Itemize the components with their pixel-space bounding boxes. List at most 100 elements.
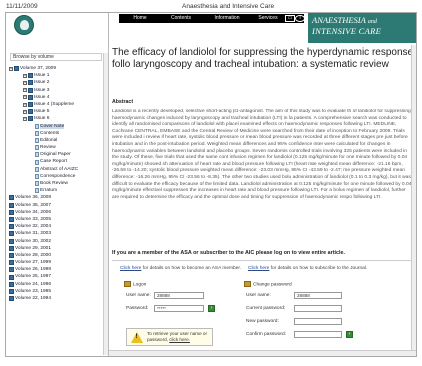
nav-home[interactable]: Home bbox=[125, 15, 155, 22]
expand-icon[interactable]: + bbox=[23, 102, 27, 107]
tree-volume-current[interactable]: + Volume 37, 2009 bbox=[9, 65, 103, 72]
tree-volume[interactable]: Volume 26, 1998 bbox=[9, 266, 103, 273]
expand-icon[interactable]: + bbox=[23, 109, 27, 114]
tree-issue[interactable]: + Issue 6 bbox=[9, 115, 103, 122]
tree-volume-label: Volume 27, 1999 bbox=[15, 260, 52, 266]
tree-section[interactable]: Editorial bbox=[9, 137, 103, 144]
tree-issue[interactable]: + Issue 4 bbox=[9, 94, 103, 101]
cp-username-input[interactable]: 28888 bbox=[294, 292, 342, 299]
warning-icon bbox=[131, 332, 143, 343]
tree-volume-label: Volume 28, 2000 bbox=[15, 252, 52, 258]
tree-volume-current-label: Volume 37, 2009 bbox=[20, 66, 57, 71]
tree-volume-label: Volume 29, 2001 bbox=[15, 245, 52, 251]
tree-section[interactable]: Review bbox=[9, 144, 103, 151]
reminder-link[interactable]: click here. bbox=[169, 337, 190, 342]
book-icon bbox=[28, 102, 33, 108]
tree-section[interactable]: Correspondence bbox=[9, 173, 103, 180]
tree-section-label: Case Report bbox=[40, 159, 67, 165]
tree-volume-label: Volume 26, 1998 bbox=[15, 267, 52, 273]
tree-volume[interactable]: Volume 25, 1997 bbox=[9, 273, 103, 280]
tree-issue[interactable]: + Issue 1 bbox=[9, 72, 103, 79]
book-icon bbox=[9, 231, 14, 237]
tree-issue[interactable]: + Issue 5 bbox=[9, 108, 103, 115]
tree-section-label: Book Review bbox=[40, 181, 68, 186]
tree-volume[interactable]: Volume 33, 2005 bbox=[9, 216, 103, 223]
tree-issue[interactable]: + Issue 4 (Suppleme bbox=[9, 101, 103, 108]
tree-volume[interactable]: Volume 28, 2000 bbox=[9, 252, 103, 259]
journal-brand: ANAESTHESIA and INTENSIVE CARE bbox=[308, 13, 416, 43]
book-icon bbox=[28, 73, 33, 79]
subscribe-info: Click here for details on how to subscri… bbox=[248, 266, 367, 271]
sidebar-scrollbar[interactable] bbox=[103, 53, 108, 355]
current-password-input[interactable] bbox=[294, 305, 342, 312]
tree-section[interactable]: Erratum bbox=[9, 187, 103, 194]
subscribe-link[interactable]: Click here bbox=[248, 266, 269, 271]
content-scrollbar[interactable] bbox=[411, 45, 416, 353]
asa-member-link[interactable]: Click here bbox=[120, 266, 141, 271]
new-password-input[interactable] bbox=[294, 318, 342, 325]
tree-section-label: Abstract of AAIZC bbox=[40, 166, 79, 172]
tree-issue[interactable]: + Issue 3 bbox=[9, 87, 103, 94]
book-icon bbox=[14, 66, 19, 72]
cp-username-label: User name: bbox=[246, 293, 271, 298]
print-icon[interactable]: ▭ bbox=[285, 15, 295, 22]
tree-section[interactable]: Original Paper bbox=[9, 151, 103, 158]
subscribe-text: for details on how to subscribe to the J… bbox=[269, 266, 368, 271]
tree-volume-label: Volume 25, 1997 bbox=[15, 274, 52, 280]
tree-section[interactable]: Book Review bbox=[9, 180, 103, 187]
top-nav: Home Contents Information Services ▭ i bbox=[119, 14, 305, 23]
tree-section-label: Cover Note bbox=[40, 123, 65, 129]
tree-volume[interactable]: Volume 29, 2001 bbox=[9, 245, 103, 252]
username-input[interactable]: 28888 bbox=[154, 292, 204, 299]
browse-by-volume-header: Browse by volume bbox=[10, 53, 102, 61]
book-icon bbox=[9, 281, 14, 287]
nav-information[interactable]: Information bbox=[207, 15, 247, 22]
nav-services[interactable]: Services bbox=[253, 15, 283, 22]
tree-issue-label: Issue 6 bbox=[34, 116, 50, 122]
document-icon bbox=[35, 152, 39, 158]
confirm-password-input[interactable] bbox=[294, 331, 342, 338]
expand-icon[interactable]: + bbox=[23, 116, 27, 121]
tree-volume[interactable]: Volume 34, 2006 bbox=[9, 209, 103, 216]
tree-section-label: Original Paper bbox=[40, 152, 71, 158]
change-password-submit-button[interactable]: › bbox=[346, 331, 353, 338]
tree-volume[interactable]: Volume 27, 1999 bbox=[9, 259, 103, 266]
expand-icon[interactable]: + bbox=[23, 95, 27, 100]
tree-issue[interactable]: + Issue 2 bbox=[9, 79, 103, 86]
tree-volume[interactable]: Volume 22, 1994 bbox=[9, 295, 103, 302]
expand-icon[interactable]: + bbox=[23, 80, 27, 85]
brand-line2: INTENSIVE CARE bbox=[312, 26, 382, 36]
tree-volume[interactable]: Volume 30, 2002 bbox=[9, 238, 103, 245]
tree-section[interactable]: Case Report bbox=[9, 158, 103, 165]
logon-submit-button[interactable]: › bbox=[208, 305, 215, 312]
tree-volume[interactable]: Volume 36, 2008 bbox=[9, 194, 103, 201]
tree-volume[interactable]: Volume 32, 2004 bbox=[9, 223, 103, 230]
article-content: The efficacy of landiolol for suppressin… bbox=[112, 45, 416, 353]
expand-icon[interactable]: + bbox=[9, 66, 13, 71]
tree-volume-label: Volume 34, 2006 bbox=[15, 209, 52, 215]
tree-volume[interactable]: Volume 35, 2007 bbox=[9, 202, 103, 209]
tree-issue-label: Issue 2 bbox=[34, 80, 50, 86]
password-input[interactable]: ***** bbox=[154, 305, 204, 312]
tree-section[interactable]: Contents bbox=[9, 130, 103, 137]
sidebar: Browse by volume + Volume 37, 2009 + Issue … bbox=[6, 13, 109, 356]
tree-volume[interactable]: Volume 23, 1995 bbox=[9, 288, 103, 295]
tree-section[interactable]: Cover Note bbox=[9, 123, 103, 130]
tree-section[interactable]: Abstract of AAIZC bbox=[9, 166, 103, 173]
tree-issue-label: Issue 4 (Suppleme bbox=[34, 101, 74, 107]
tree-volume-label: Volume 33, 2005 bbox=[15, 216, 52, 222]
info-icon[interactable]: i bbox=[295, 15, 305, 22]
article-title: The efficacy of landiolol for suppressin… bbox=[112, 47, 414, 70]
nav-contents[interactable]: Contents bbox=[163, 15, 199, 22]
change-password-heading: Change password bbox=[244, 281, 292, 287]
tree-volume[interactable]: Volume 31, 2003 bbox=[9, 230, 103, 237]
document-icon bbox=[35, 188, 39, 194]
expand-icon[interactable]: + bbox=[23, 88, 27, 93]
expand-icon[interactable]: + bbox=[23, 73, 27, 78]
horizontal-scrollbar[interactable] bbox=[109, 350, 416, 356]
key-icon bbox=[244, 281, 251, 287]
tree-volume-label: Volume 31, 2003 bbox=[15, 231, 52, 237]
book-icon bbox=[9, 202, 14, 208]
password-label: Password: bbox=[126, 306, 149, 311]
tree-volume[interactable]: Volume 24, 1996 bbox=[9, 281, 103, 288]
